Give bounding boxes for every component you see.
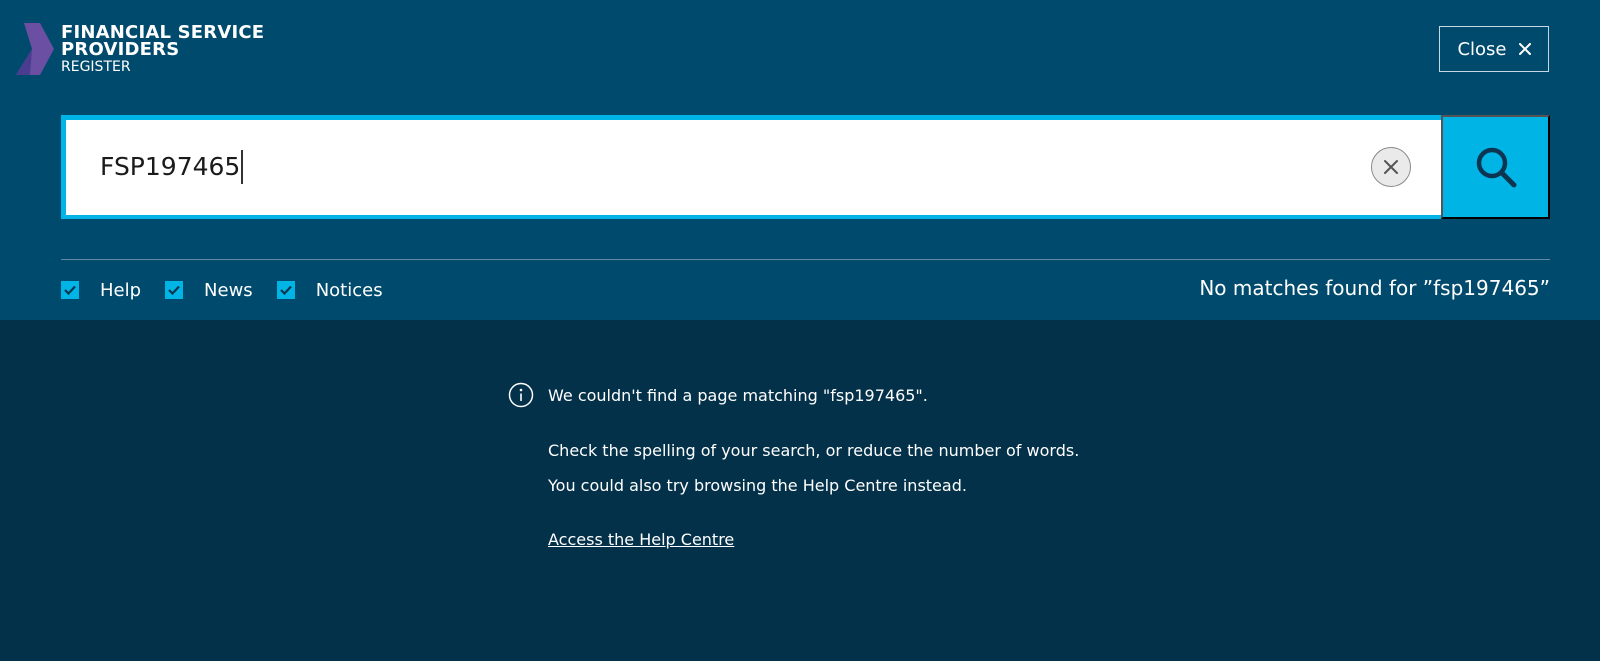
fsp-register-logo[interactable]: FINANCIAL SERVICE PROVIDERS REGISTER bbox=[16, 23, 276, 75]
filter-label-help: Help bbox=[100, 279, 142, 301]
logo-chevron-icon bbox=[16, 23, 54, 75]
filter-divider bbox=[61, 259, 1550, 260]
help-centre-link[interactable]: Access the Help Centre bbox=[548, 529, 734, 551]
text-caret bbox=[241, 150, 243, 184]
info-icon bbox=[508, 382, 534, 408]
checkmark-icon bbox=[168, 285, 180, 295]
logo-line-3: REGISTER bbox=[61, 59, 131, 75]
filter-label-notices: Notices bbox=[315, 279, 383, 301]
no-results-message: We couldn't find a page matching "fsp197… bbox=[548, 386, 928, 405]
clear-search-button[interactable] bbox=[1371, 147, 1411, 187]
checkmark-icon bbox=[279, 285, 292, 295]
filter-options: Help News Notices bbox=[61, 277, 407, 303]
logo-line-2: PROVIDERS bbox=[61, 39, 180, 60]
help-checkbox[interactable] bbox=[61, 281, 79, 299]
search-icon bbox=[1476, 147, 1516, 188]
browse-hint: You could also try browsing the Help Cen… bbox=[548, 476, 967, 495]
close-icon bbox=[1518, 43, 1531, 55]
search-submit-button[interactable] bbox=[1441, 115, 1550, 219]
close-button-label: Close bbox=[1457, 38, 1507, 60]
spelling-hint: Check the spelling of your search, or re… bbox=[548, 441, 1080, 460]
close-button[interactable]: Close bbox=[1439, 26, 1549, 72]
news-checkbox[interactable] bbox=[165, 281, 184, 299]
filter-help[interactable]: Help bbox=[61, 280, 141, 301]
search-query-text: FSP197465 bbox=[100, 152, 241, 181]
search-input[interactable] bbox=[66, 120, 1441, 215]
notices-checkbox[interactable] bbox=[276, 281, 295, 299]
search-input-value[interactable]: FSP197465 bbox=[100, 146, 243, 188]
filter-label-news: News bbox=[204, 279, 253, 301]
filter-notices[interactable]: Notices bbox=[276, 279, 383, 301]
filter-news[interactable]: News bbox=[165, 280, 253, 301]
checkmark-icon bbox=[64, 285, 76, 295]
results-summary: No matches found for ”fsp197465” bbox=[1199, 276, 1550, 300]
clear-icon bbox=[1384, 160, 1398, 174]
